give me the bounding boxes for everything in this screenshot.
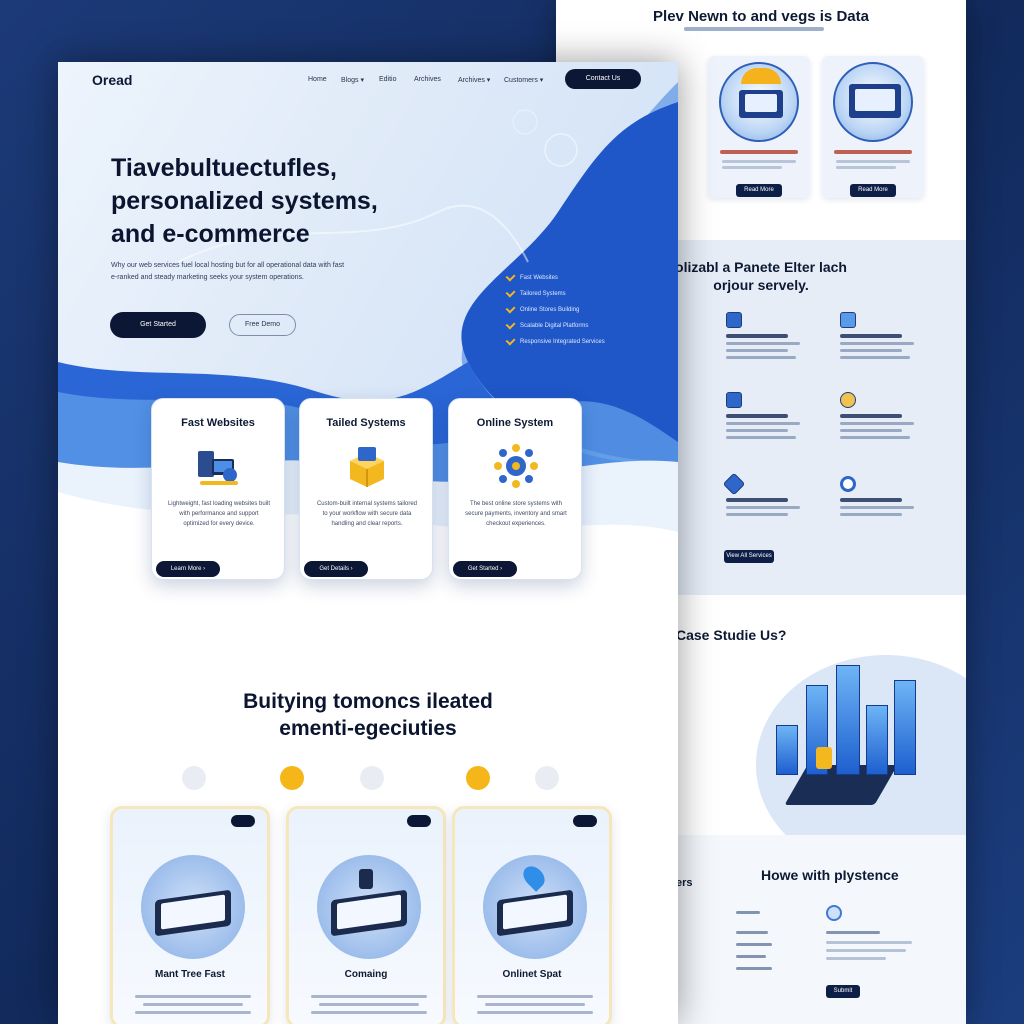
check-icon xyxy=(505,303,516,314)
coding-illustration-icon xyxy=(317,855,421,959)
service-card-description: Custom-built internal systems tailored t… xyxy=(316,501,418,527)
solutions-section: Buitying tomoncs ileated ementi-egeciuti… xyxy=(58,662,678,1024)
nav-item-blogs[interactable]: Blogs ▾ xyxy=(341,76,364,84)
case-study-title: Case Studie Us? xyxy=(676,627,787,643)
nav-item-customers[interactable]: Customers ▾ xyxy=(504,76,543,84)
developer-desk-icon xyxy=(198,451,238,485)
solution-card-title: Comaing xyxy=(344,969,388,980)
contact-us-button[interactable]: Contact Us xyxy=(565,69,641,89)
learn-more-button[interactable]: Learn More › xyxy=(156,561,220,577)
location-icon xyxy=(840,392,856,408)
solution-card-title: Mant Tree Fast xyxy=(154,969,226,980)
check-icon xyxy=(505,287,516,298)
insight-card[interactable]: Read More xyxy=(822,56,924,198)
checklist-item: Responsive Integrated Services xyxy=(505,334,628,350)
dashboard-illustration-icon xyxy=(833,62,913,142)
badge-chip xyxy=(231,815,255,827)
solutions-title: Buitying tomoncs ileated ementi-egeciuti… xyxy=(58,688,678,742)
feature-item xyxy=(726,312,822,359)
service-card-description: Lightweight, fast loading websites built… xyxy=(167,501,271,527)
check-icon xyxy=(505,319,516,330)
feature-item xyxy=(722,472,822,516)
insights-subtitle xyxy=(684,27,824,31)
tablet-illustration-icon xyxy=(141,855,245,959)
solution-card[interactable]: Onlinet Spat xyxy=(452,806,612,1024)
nav-item-archives[interactable]: Archives xyxy=(414,76,441,83)
checklist-item: Fast Websites xyxy=(505,270,628,286)
hero-section: Oread Home Blogs ▾ Editio Archives Archi… xyxy=(58,62,678,662)
checklist-item: Online Stores Building xyxy=(505,302,628,318)
view-services-button[interactable]: View All Services xyxy=(724,550,774,563)
server-box-icon xyxy=(350,447,384,487)
get-started-button[interactable]: Get Started xyxy=(110,312,206,338)
hero-headline-line: personalized systems, xyxy=(111,187,378,215)
checklist-item: Tailored Systems xyxy=(505,286,628,302)
solutions-title-line: ementi-egeciuties xyxy=(279,717,457,740)
main-page: Oread Home Blogs ▾ Editio Archives Archi… xyxy=(58,62,678,1024)
hero-headline-line: Tiavebultuectufles, xyxy=(111,154,337,182)
mail-icon xyxy=(466,766,490,790)
laptop-illustration-icon xyxy=(719,62,799,142)
service-card-websites[interactable]: Fast Websites Lightweight, fast loading … xyxy=(151,398,285,580)
read-more-button[interactable]: Read More xyxy=(736,184,782,197)
nav-item-archives-menu[interactable]: Archives ▾ xyxy=(458,76,490,84)
chart-icon xyxy=(726,312,742,328)
city-illustration-icon xyxy=(756,655,936,805)
solutions-title-line: Buitying tomoncs ileated xyxy=(243,690,493,713)
badge-chip xyxy=(573,815,597,827)
user-icon xyxy=(726,392,742,408)
checklist-item: Scalable Digital Platforms xyxy=(505,318,628,334)
nav-item-home[interactable]: Home xyxy=(308,76,327,83)
hero-headline: Tiavebultuectufles, personalized systems… xyxy=(111,152,441,251)
feature-item xyxy=(840,312,936,359)
service-card-description: The best online store systems with secur… xyxy=(465,501,567,527)
check-icon xyxy=(505,335,516,346)
check-icon xyxy=(505,271,516,282)
hero-headline-line: and e-commerce xyxy=(111,220,310,248)
free-demo-button[interactable]: Free Demo xyxy=(229,314,296,336)
get-details-button[interactable]: Get Details › xyxy=(304,561,368,577)
feature-checklist: Fast Websites Tailored Systems Online St… xyxy=(505,270,628,350)
network-gear-icon xyxy=(494,444,538,488)
contact-cut-label: ers xyxy=(676,877,693,889)
top-nav: Oread Home Blogs ▾ Editio Archives Archi… xyxy=(58,62,678,96)
avatar-icon xyxy=(826,905,842,921)
service-card-title: Online System xyxy=(476,417,554,429)
read-more-button[interactable]: Read More xyxy=(850,184,896,197)
cube-icon xyxy=(722,472,746,496)
service-card-systems[interactable]: Tailed Systems Custom-built internal sys… xyxy=(299,398,433,580)
solution-card[interactable]: Comaing xyxy=(286,806,446,1024)
feature-item xyxy=(840,476,936,516)
contact-title: Howe with pIystence xyxy=(761,867,899,883)
insights-title: Plev Newn to and vegs is Data xyxy=(653,8,869,25)
sync-icon xyxy=(840,476,856,492)
get-started-card-button[interactable]: Get Started › xyxy=(453,561,517,577)
location-pin-illustration-icon xyxy=(483,855,587,959)
brand-logo[interactable]: Oread xyxy=(92,72,132,88)
briefcase-icon xyxy=(280,766,304,790)
solution-card[interactable]: Mant Tree Fast xyxy=(110,806,270,1024)
service-card-online[interactable]: Online System The best online store syst… xyxy=(448,398,582,580)
service-card-title: Fast Websites xyxy=(181,417,255,429)
insight-card[interactable]: Read More xyxy=(708,56,810,198)
hero-description: Why our web services fuel local hosting … xyxy=(111,262,345,281)
rocket-icon xyxy=(535,766,559,790)
solution-card-title: Onlinet Spat xyxy=(502,969,562,980)
folder-icon xyxy=(840,312,856,328)
service-card-title: Tailed Systems xyxy=(326,417,406,429)
nav-item-editio[interactable]: Editio xyxy=(379,76,397,83)
feature-item xyxy=(840,392,936,439)
submit-button[interactable]: Submit xyxy=(826,985,860,998)
chat-icon xyxy=(360,766,384,790)
clock-icon xyxy=(182,766,206,790)
badge-chip xyxy=(407,815,431,827)
feature-item xyxy=(726,392,822,439)
